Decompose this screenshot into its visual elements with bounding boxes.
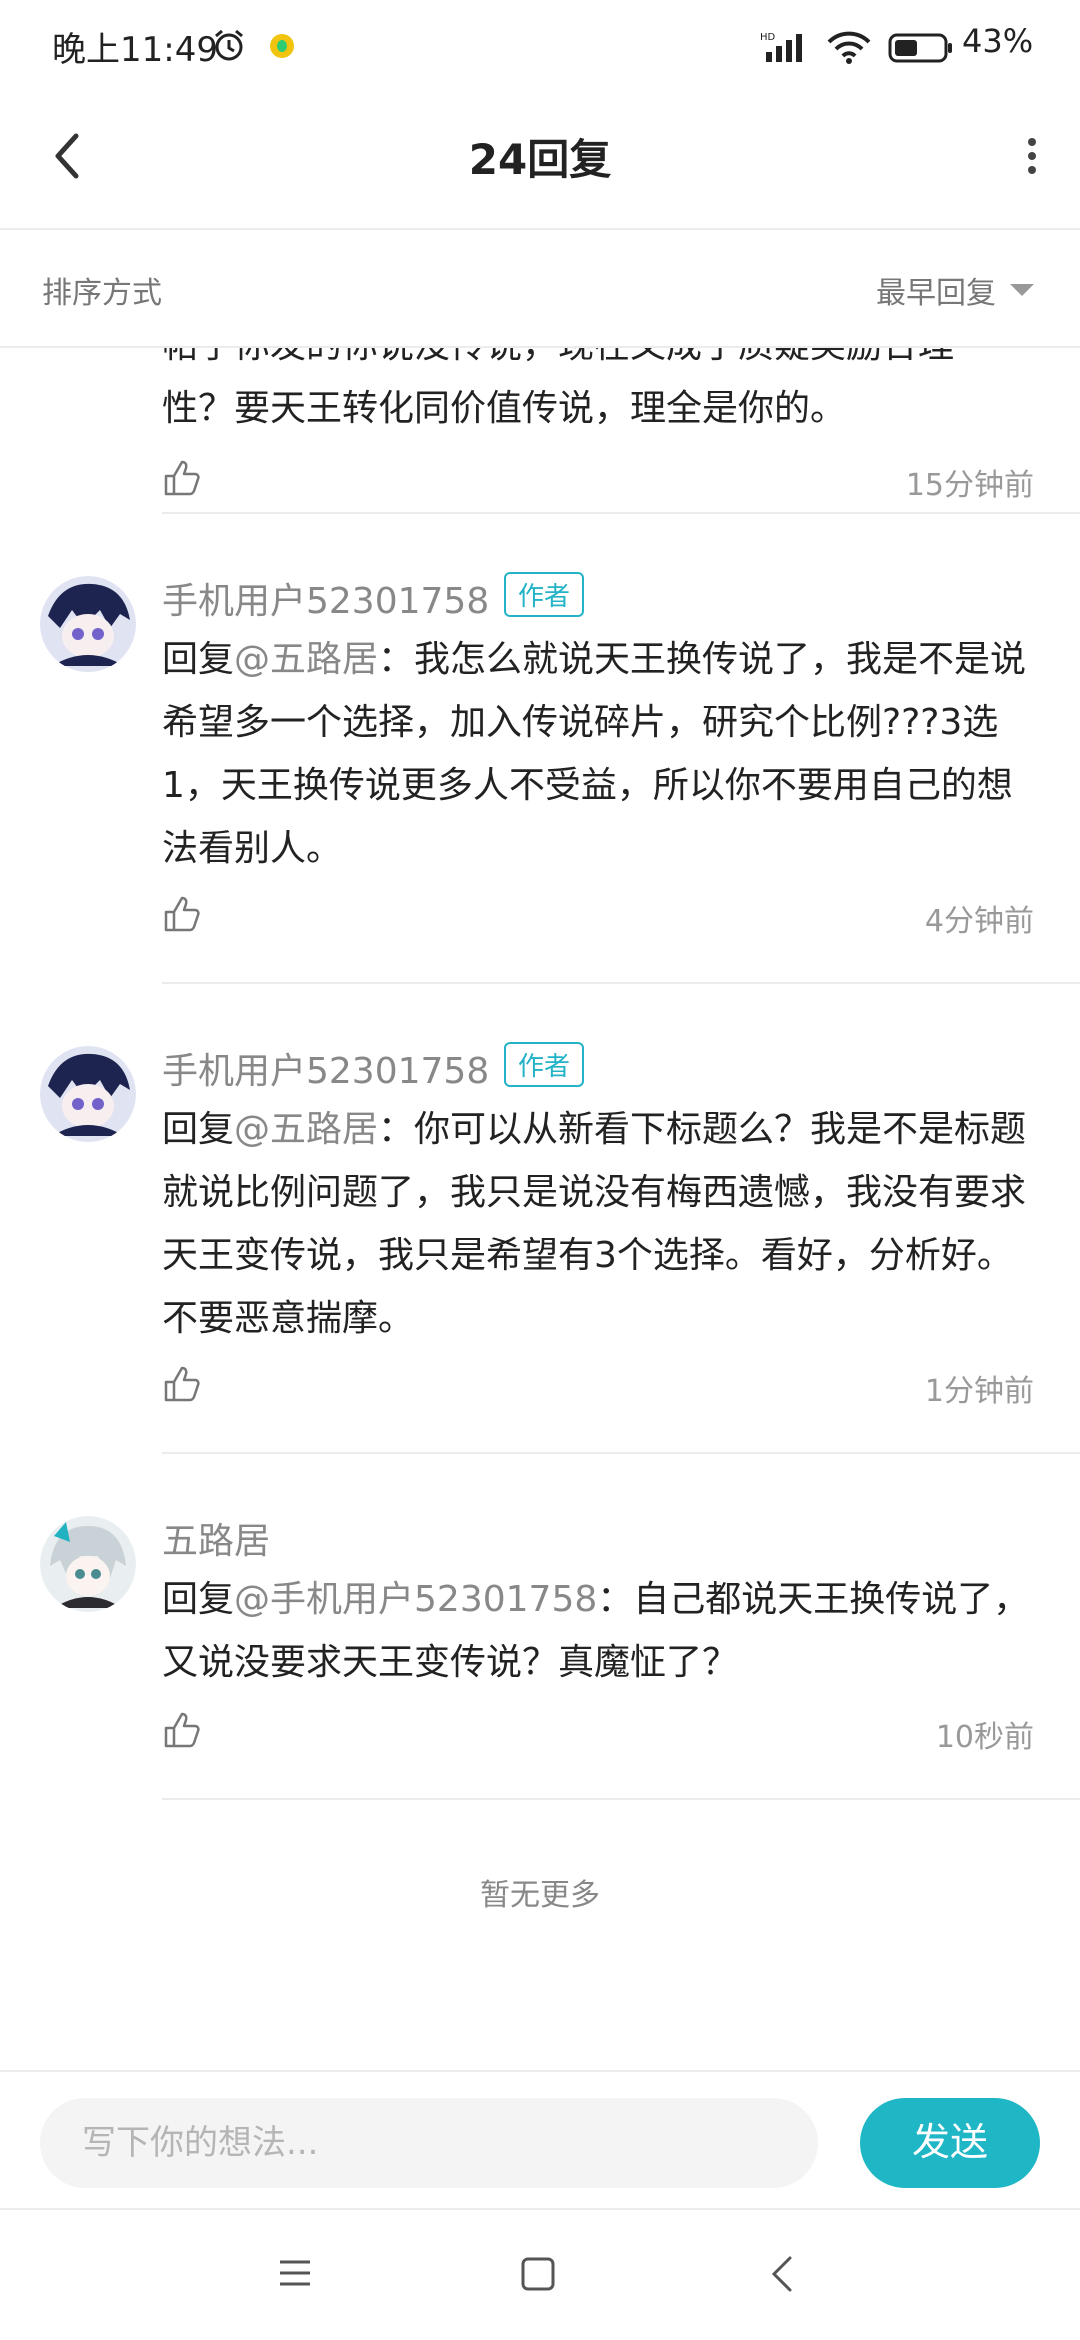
avatar-image: [40, 1516, 136, 1612]
comment-body: 回复@手机用户52301758：自己都说天王换传说了，又说没要求天王变传说？真魔…: [162, 1579, 1030, 1683]
mention-link[interactable]: @五路居: [234, 1109, 378, 1150]
home-icon[interactable]: [520, 2256, 556, 2292]
chevron-down-icon[interactable]: [1010, 284, 1034, 296]
list-item: 五路居 回复@手机用户52301758：自己都说天王换传说了，又说没要求天王变传…: [0, 1454, 1080, 1800]
comment-body: 帖子你发的你说没传说，现在又成了质疑奖励合理 性？要天王转化同价值传说，理全是你…: [162, 348, 954, 429]
comment-time: 1分钟前: [924, 1374, 1034, 1409]
header-bar: 24回复: [0, 96, 1080, 230]
status-bar: 晚上11:49 HD 43%: [0, 0, 1080, 96]
battery-icon: [888, 33, 952, 63]
reply-input-bar: 发送: [0, 2070, 1080, 2208]
send-button[interactable]: 发送: [860, 2098, 1040, 2188]
page-title: 24回复: [468, 135, 612, 184]
comment-time: 10秒前: [935, 1720, 1034, 1755]
avatar-image: [40, 1046, 136, 1142]
like-icon[interactable]: [162, 458, 202, 498]
more-options-icon[interactable]: [1020, 132, 1044, 186]
username[interactable]: 手机用户52301758: [162, 572, 489, 624]
sort-label: 排序方式: [42, 276, 162, 311]
alarm-icon: [215, 29, 243, 61]
like-icon[interactable]: [162, 1710, 202, 1750]
mention-link[interactable]: @手机用户52301758: [234, 1579, 597, 1620]
like-icon[interactable]: [162, 1364, 202, 1404]
avatar-image: [40, 576, 136, 672]
list-item: 手机用户52301758 作者 回复@五路居：你可以从新看下标题么？我是不是标题…: [0, 984, 1080, 1454]
username[interactable]: 五路居: [162, 1512, 270, 1564]
avatar[interactable]: [40, 1516, 136, 1612]
menu-icon[interactable]: [278, 2256, 312, 2290]
battery-percent: 43%: [962, 22, 1034, 60]
status-time: 晚上11:49: [52, 30, 218, 70]
list-item: 帖子你发的你说没传说，现在又成了质疑奖励合理 性？要天王转化同价值传说，理全是你…: [0, 348, 1080, 514]
divider: [162, 1798, 1080, 1800]
username[interactable]: 手机用户52301758: [162, 1042, 489, 1094]
comment-time: 4分钟前: [924, 904, 1034, 939]
wifi-icon: [827, 31, 871, 64]
like-icon[interactable]: [162, 894, 202, 934]
avatar[interactable]: [40, 576, 136, 672]
comment-body: 回复@五路居：我怎么就说天王换传说了，我是不是说希望多一个选择，加入传说碎片，研…: [162, 639, 1027, 869]
system-nav-bar: [0, 2208, 1080, 2340]
sort-dropdown[interactable]: 最早回复: [876, 268, 996, 312]
svg-text:HD: HD: [760, 32, 776, 43]
avatar[interactable]: [40, 1046, 136, 1142]
list-item: 手机用户52301758 作者 回复@五路居：我怎么就说天王换传说了，我是不是说…: [0, 514, 1080, 984]
mention-link[interactable]: @五路居: [234, 639, 378, 680]
author-badge: 作者: [504, 572, 585, 617]
comment-body: 回复@五路居：你可以从新看下标题么？我是不是标题就说比例问题了，我只是说没有梅西…: [162, 1109, 1027, 1339]
back-nav-icon[interactable]: [766, 2254, 800, 2294]
comment-time: 15分钟前: [905, 468, 1034, 503]
reply-input[interactable]: [40, 2098, 818, 2188]
signal-icon: HD: [760, 32, 802, 62]
no-more-label: 暂无更多: [480, 1878, 600, 1913]
app-notification-icon: [270, 34, 294, 58]
sort-bar: 排序方式 最早回复: [0, 230, 1080, 348]
reply-list[interactable]: 帖子你发的你说没传说，现在又成了质疑奖励合理 性？要天王转化同价值传说，理全是你…: [0, 348, 1080, 2070]
author-badge: 作者: [504, 1042, 585, 1087]
